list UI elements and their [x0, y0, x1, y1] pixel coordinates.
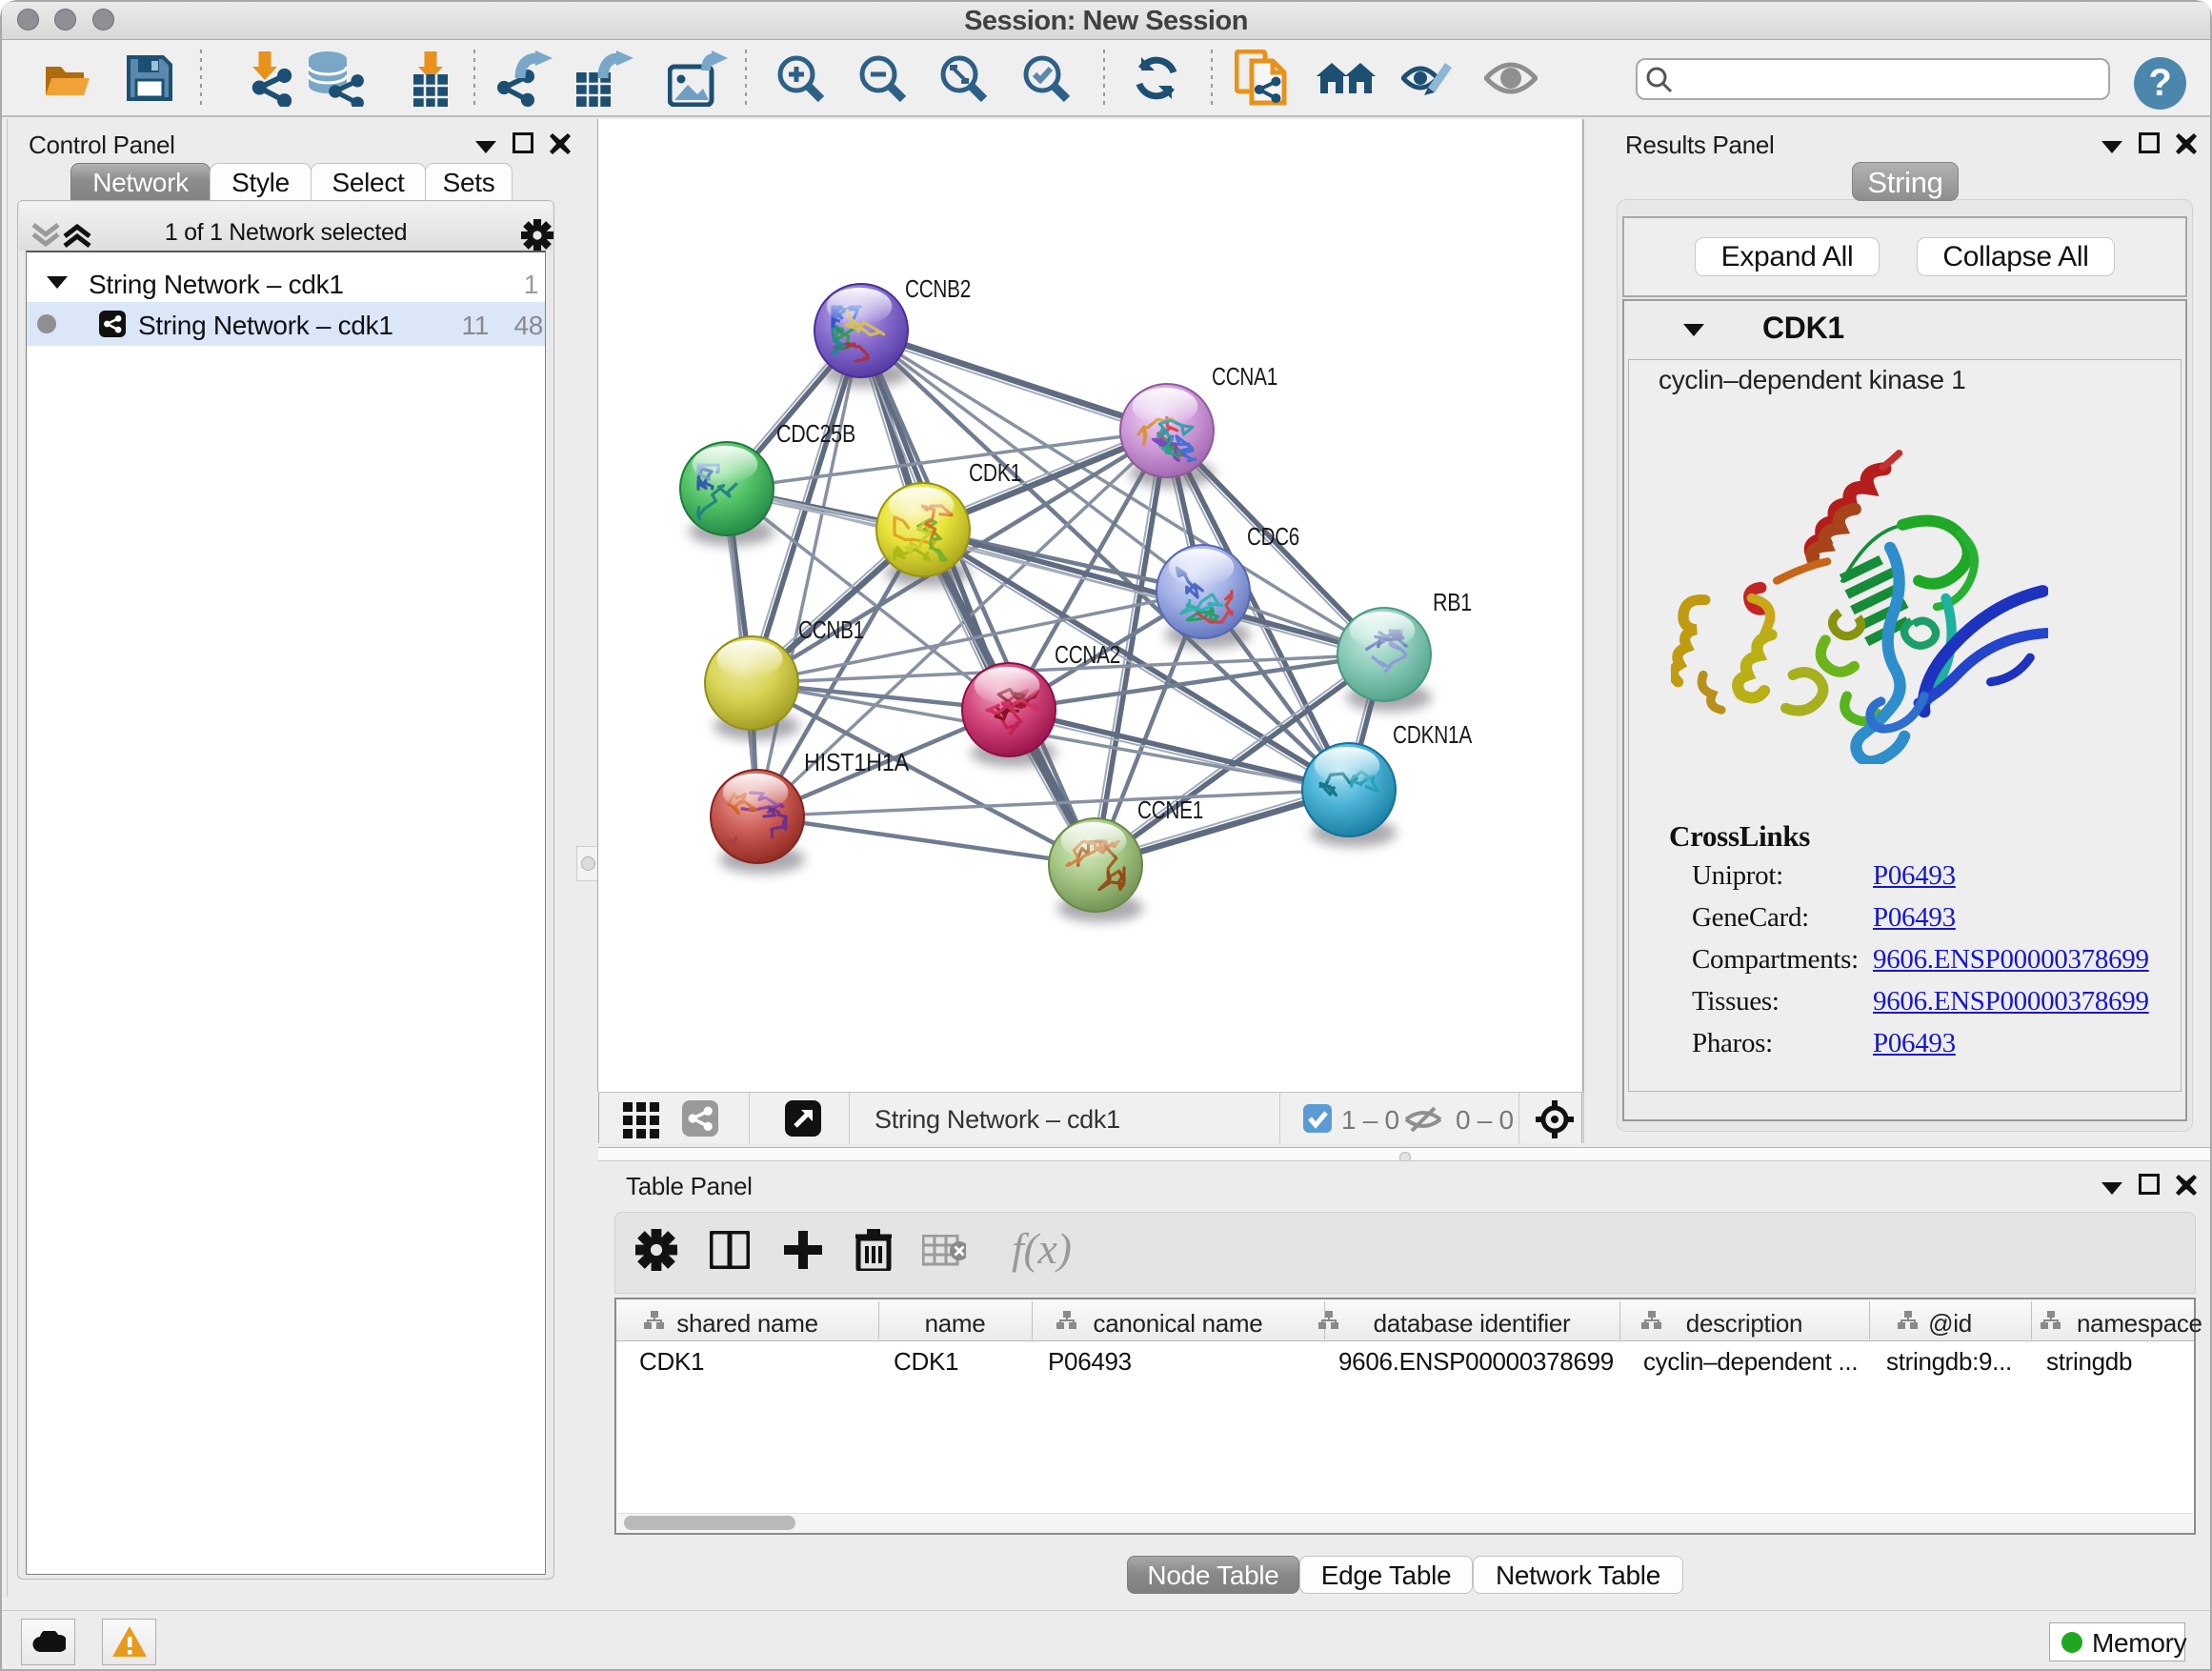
- svg-text:CCNA1: CCNA1: [1212, 362, 1277, 391]
- svg-text:CDC6: CDC6: [1247, 522, 1299, 551]
- svg-text:CCNE1: CCNE1: [1137, 795, 1203, 824]
- svg-text:CDK1: CDK1: [969, 458, 1021, 487]
- svg-text:CCNB2: CCNB2: [905, 274, 971, 303]
- svg-text:CCNB1: CCNB1: [798, 615, 864, 644]
- svg-text:HIST1H1A: HIST1H1A: [804, 748, 910, 776]
- svg-text:CCNA2: CCNA2: [1055, 640, 1120, 669]
- svg-text:CDC25B: CDC25B: [776, 419, 855, 448]
- svg-text:CDKN1A: CDKN1A: [1393, 720, 1473, 749]
- svg-text:RB1: RB1: [1433, 588, 1472, 616]
